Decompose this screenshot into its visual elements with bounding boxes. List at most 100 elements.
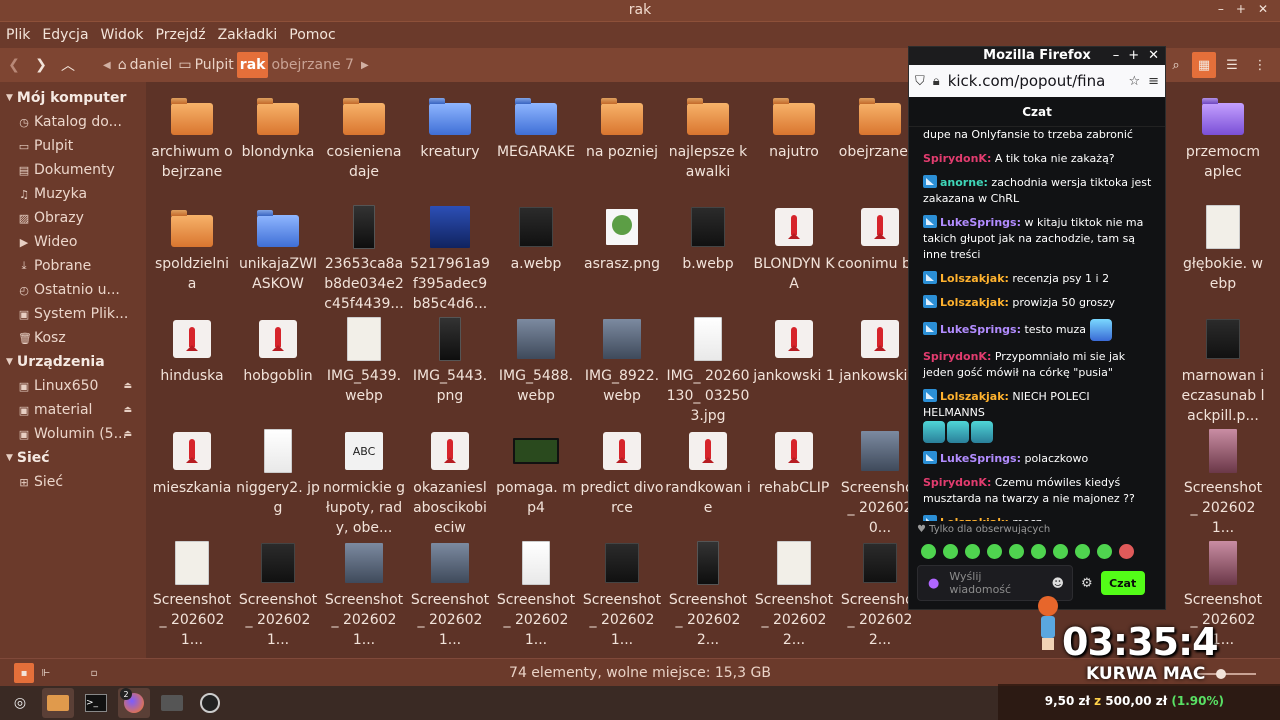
sidebar-item[interactable]: ▭ Pulpit (0, 134, 146, 158)
emote-icon[interactable] (1009, 543, 1024, 559)
file-item[interactable]: niggery2. jpg (235, 428, 321, 518)
sidebar-section-header[interactable]: ▼ Urządzenia (0, 350, 146, 374)
chat-username[interactable]: LukeSprings: (940, 323, 1021, 336)
back-button[interactable]: ❮ (1, 52, 27, 78)
file-item[interactable]: pomaga. mp4 (493, 428, 579, 518)
search-icon[interactable]: ⌕ (1164, 52, 1188, 78)
sidebar-item[interactable]: ▣ material ⏏ (0, 398, 146, 422)
menu-plik[interactable]: Plik (6, 27, 30, 43)
file-item[interactable]: BLONDYN KA (751, 204, 837, 294)
file-item[interactable]: głębokie. webp (1180, 204, 1266, 294)
menu-widok[interactable]: Widok (101, 27, 144, 43)
breadcrumb-item-obejrzane[interactable]: obejrzane 7 (268, 52, 356, 78)
file-item[interactable]: Screenshot _ 2026021... (149, 540, 235, 650)
chat-username[interactable]: SpirydonK: (923, 350, 991, 363)
emote-icon[interactable] (1097, 543, 1112, 559)
breadcrumb-item-pulpit[interactable]: ▭ Pulpit (175, 52, 236, 78)
forward-button[interactable]: ❯ (28, 52, 54, 78)
emoji-icon[interactable]: ☻ (1051, 576, 1064, 590)
file-item[interactable]: rehabCLIP (751, 428, 837, 498)
emote-icon[interactable] (921, 543, 936, 559)
emote-icon[interactable] (1031, 543, 1046, 559)
lock-icon[interactable]: 🔒︎ (933, 74, 940, 89)
chat-username[interactable]: Lolszakjak: (940, 272, 1009, 285)
folder-item[interactable]: na pozniej (579, 92, 665, 162)
breadcrumb-right-arrow-icon[interactable]: ▶ (361, 60, 369, 71)
file-item[interactable]: IMG_8922. webp (579, 316, 665, 406)
file-item[interactable]: Screenshot _ 2026021... (1180, 428, 1266, 538)
sidebar-item[interactable]: ▣ Linux650 ⏏ (0, 374, 146, 398)
sidebar-item[interactable]: ♫ Muzyka (0, 182, 146, 206)
chat-username[interactable]: LukeSprings: (940, 452, 1021, 465)
obs-icon[interactable] (194, 688, 226, 718)
folder-item[interactable]: przemocm aplec (1180, 92, 1266, 182)
hamburger-menu-icon[interactable]: ≡ (1148, 74, 1159, 89)
close-icon[interactable]: ✕ (1258, 2, 1268, 16)
maximize-icon[interactable]: + (1128, 47, 1139, 65)
file-item[interactable]: b.webp (665, 204, 751, 274)
list-view-button[interactable]: ☰ (1220, 52, 1244, 78)
chat-username[interactable]: LukeSprings: (940, 216, 1021, 229)
emote-icon[interactable] (943, 543, 958, 559)
file-item[interactable]: randkowan ie (665, 428, 751, 518)
emote-icon[interactable] (1075, 543, 1090, 559)
file-item[interactable]: hobgoblin (235, 316, 321, 386)
sidebar-item[interactable]: ▨ Obrazy (0, 206, 146, 230)
menu-zakladki[interactable]: Zakładki (218, 27, 278, 43)
file-item[interactable]: ABC normickie głupoty, rady, obe... (321, 428, 407, 538)
sidebar-item[interactable]: ◴ Ostatnio u... (0, 278, 146, 302)
file-item[interactable]: IMG_5443. png (407, 316, 493, 406)
chat-username[interactable]: Lolszakjak: (940, 390, 1009, 403)
file-item[interactable]: Screenshot _ 2026021... (235, 540, 321, 650)
sidebar-item[interactable]: ▤ Dokumenty (0, 158, 146, 182)
file-item[interactable]: IMG_5439. webp (321, 316, 407, 406)
collapse-icon[interactable]: ▼ (6, 93, 13, 103)
compact-view-button[interactable]: ⋮ (1248, 52, 1272, 78)
menu-przejdz[interactable]: Przejdź (156, 27, 206, 43)
sidebar-item[interactable]: ◷ Katalog do... (0, 110, 146, 134)
file-item[interactable]: hinduska (149, 316, 235, 386)
file-item[interactable]: Screenshot _ 2026022... (665, 540, 751, 650)
folder-item[interactable]: unikajaZWI ASKOW (235, 204, 321, 294)
file-item[interactable]: Screenshot _ 2026022... (751, 540, 837, 650)
file-item[interactable]: mieszkania (149, 428, 235, 498)
file-item[interactable]: 5217961a9 f395adec9 b85c4d6... (407, 204, 493, 314)
chat-username[interactable]: Lolszakjak: (940, 296, 1009, 309)
sidebar-item[interactable]: ▶ Wideo (0, 230, 146, 254)
sidebar-item[interactable]: 🗑︎ Kosz (0, 326, 146, 350)
folder-item[interactable]: cosieniena daje (321, 92, 407, 182)
breadcrumb-item-rak[interactable]: rak (236, 52, 269, 78)
steam-icon[interactable] (156, 688, 188, 718)
menu-launcher-icon[interactable]: ◎ (4, 688, 36, 718)
menu-edycja[interactable]: Edycja (42, 27, 88, 43)
eject-icon[interactable]: ⏏ (123, 405, 132, 415)
chat-username[interactable]: anorne: (940, 176, 988, 189)
emote-icon[interactable] (1119, 543, 1134, 559)
emote-icon[interactable] (1053, 543, 1068, 559)
folder-item[interactable]: kreatury (407, 92, 493, 162)
url-text[interactable]: kick.com/popout/fina (948, 72, 1121, 90)
sidebar-section-header[interactable]: ▼ Sieć (0, 446, 146, 470)
breadcrumb-left-arrow-icon[interactable]: ◀ (103, 60, 111, 71)
sidebar-section-header[interactable]: ▼ Mój komputer (0, 86, 146, 110)
collapse-icon[interactable]: ▼ (6, 453, 13, 463)
folder-item[interactable]: spoldzielni a (149, 204, 235, 294)
file-item[interactable]: Screenshot _ 2026021... (579, 540, 665, 650)
eject-icon[interactable]: ⏏ (123, 381, 132, 391)
eject-icon[interactable]: ⏏ (123, 429, 132, 439)
file-item[interactable]: predict divorce (579, 428, 665, 518)
sidebar-item[interactable]: ⊞ Sieć (0, 470, 146, 494)
file-item[interactable]: 23653ca8a b8de034e2 c45f4439... (321, 204, 407, 314)
breadcrumb-item-home[interactable]: ⌂ daniel (115, 52, 176, 78)
firefox-icon[interactable]: 2 (118, 688, 150, 718)
gear-icon[interactable]: ⚙ (1081, 576, 1093, 591)
folder-item[interactable]: najutro (751, 92, 837, 162)
folder-item[interactable]: blondynka (235, 92, 321, 162)
send-chat-button[interactable]: Czat (1100, 571, 1145, 595)
chat-username[interactable]: SpirydonK: (923, 152, 991, 165)
emote-icon[interactable] (965, 543, 980, 559)
up-button[interactable]: ︿ (55, 52, 81, 78)
chat-username[interactable]: SpirydonK: (923, 476, 991, 489)
file-item[interactable]: a.webp (493, 204, 579, 274)
file-item[interactable]: asrasz.png (579, 204, 665, 274)
